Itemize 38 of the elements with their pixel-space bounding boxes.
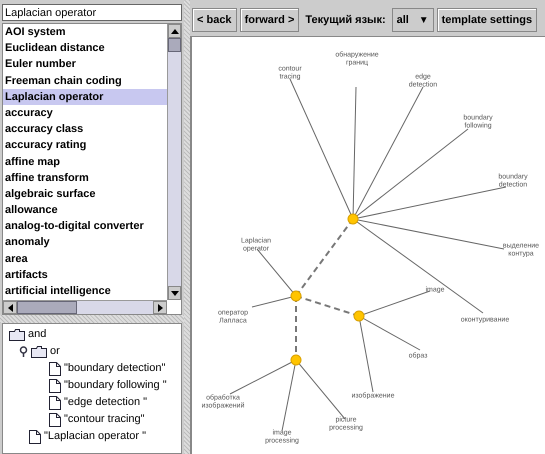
scroll-down-button[interactable] [168, 286, 181, 300]
expanded-toggle-icon[interactable] [19, 346, 28, 357]
folder-icon [31, 346, 47, 358]
tree-node-label[interactable]: "contour tracing" [64, 411, 145, 428]
term-list-item[interactable]: Laplacian operator [3, 88, 167, 105]
search-field[interactable]: Laplacian operator [2, 4, 182, 21]
scroll-up-button[interactable] [168, 24, 181, 38]
graph-hub-node[interactable] [354, 310, 364, 322]
language-dropdown[interactable]: all ▼ [392, 8, 434, 32]
graph-hub-node[interactable] [290, 354, 302, 366]
document-icon [49, 412, 61, 426]
forward-button[interactable]: forward > [240, 8, 300, 32]
up-arrow-icon [170, 28, 178, 34]
left-arrow-icon [8, 304, 12, 312]
language-label: Текущий язык: [304, 12, 387, 28]
folder-icon [9, 328, 25, 340]
tree-node-label[interactable]: or [50, 343, 60, 360]
tree-node-label[interactable]: and [28, 326, 46, 343]
document-icon [29, 430, 41, 444]
back-button[interactable]: < back [192, 8, 237, 32]
tree-node-label[interactable]: "edge detection " [64, 394, 148, 411]
scroll-thumb[interactable] [17, 301, 77, 314]
tree-node-label[interactable]: "boundary following " [64, 377, 167, 394]
document-icon [49, 396, 61, 410]
document-icon [49, 378, 61, 392]
template-settings-button[interactable]: template settings [436, 8, 538, 32]
graph-hub-node[interactable] [290, 290, 302, 302]
horizontal-scrollbar[interactable] [3, 300, 167, 314]
tree-node-label[interactable]: "boundary detection" [64, 360, 166, 377]
scroll-right-button[interactable] [153, 301, 167, 314]
scroll-left-button[interactable] [3, 301, 17, 314]
right-arrow-icon [158, 304, 162, 312]
vertical-scrollbar[interactable] [167, 24, 181, 300]
document-icon [49, 362, 61, 376]
tree-node-label[interactable]: "Laplacian operator " [44, 428, 146, 445]
graph-hub-node[interactable] [348, 214, 358, 224]
down-arrow-icon [170, 290, 178, 296]
scroll-thumb[interactable] [168, 38, 181, 52]
